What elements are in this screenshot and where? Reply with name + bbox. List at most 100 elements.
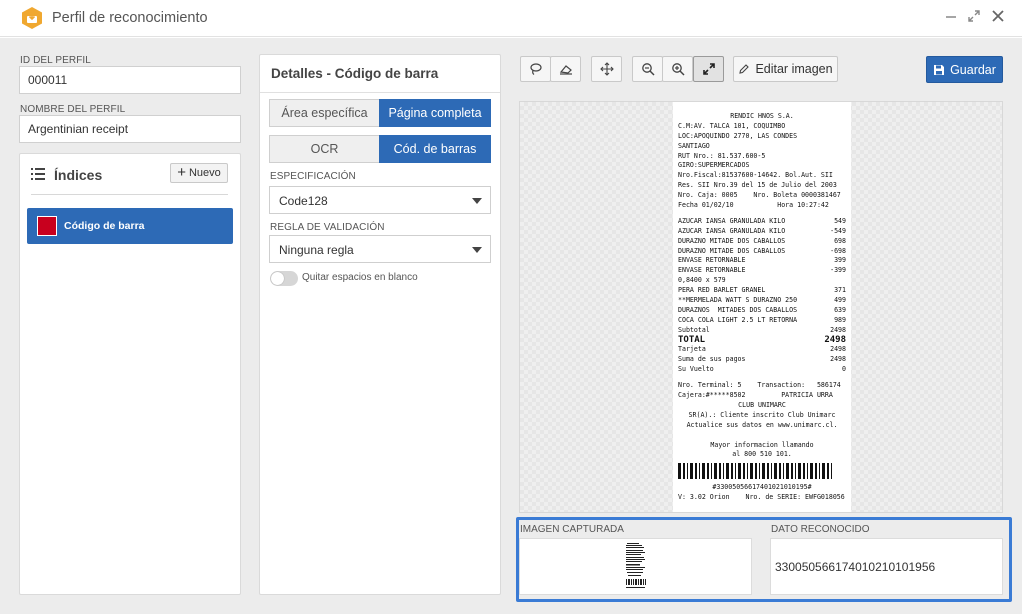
receipt-line: SANTIAGO	[678, 141, 710, 150]
receipt-item-row: ENVASE RETORNABLE -399	[678, 266, 846, 276]
receipt-item-amount: 989	[834, 315, 846, 324]
receipt-item-row: **MERMELADA WATT S DURAZNO 250 499	[678, 296, 846, 306]
receipt-header: RENDIC HNOS S.A. C.M:AV. TALCA 101, COQUI…	[678, 112, 846, 211]
barcode-bar	[738, 463, 741, 480]
profile-name-field[interactable]: Argentinian receipt	[19, 115, 241, 143]
receipt-line: Nro. Terminal: 5 Transaction: 586174	[678, 381, 841, 390]
recognized-data-field[interactable]: 330050566174010210101956	[770, 538, 1003, 595]
zoom-in-icon	[671, 63, 685, 76]
receipt-line: Fecha 01/02/10 Hora 10:27:42	[678, 201, 829, 210]
barcode-bar	[750, 463, 753, 480]
new-index-button[interactable]: + Nuevo	[170, 163, 228, 183]
barcode-bar	[807, 463, 808, 480]
barcode-bar	[699, 463, 700, 480]
receipt-total-row: TOTAL 2498	[678, 335, 846, 346]
plus-icon: +	[177, 164, 186, 181]
receipt-item-amount: 0	[842, 365, 846, 374]
receipt-item-amount: 2498	[830, 345, 846, 354]
receipt-line: CLUB UNIMARC	[738, 400, 786, 409]
captured-image-thumbnail	[519, 538, 752, 595]
receipt-item-row: AZUCAR IANSA GRANULADA KILO 549	[678, 217, 846, 227]
receipt-thumbnail	[624, 541, 648, 591]
validation-rule-label: REGLA DE VALIDACIÓN	[270, 222, 385, 233]
receipt-item-desc: Suma de sus pagos	[678, 355, 746, 364]
zoom-out-button[interactable]	[632, 56, 663, 82]
details-panel: Detalles - Código de barra Área específi…	[259, 54, 501, 595]
minimize-icon[interactable]	[943, 9, 959, 25]
barcode-bar	[690, 463, 693, 480]
index-item-label: Código de barra	[64, 220, 145, 232]
eraser-icon	[559, 65, 572, 75]
barcode-bar	[762, 463, 765, 480]
recognized-data-label: DATO RECONOCIDO	[771, 524, 870, 535]
barcode-bar	[702, 463, 705, 480]
zoom-out-icon	[641, 63, 655, 76]
receipt-item-desc: Su Vuelto	[678, 365, 714, 374]
barcode-bar	[827, 463, 829, 480]
pencil-icon	[739, 64, 750, 74]
receipt-item-amount: 698	[834, 236, 846, 245]
receipt-item-row: AZUCAR IANSA GRANULADA KILO -549	[678, 227, 846, 237]
receipt-item-amount: 499	[834, 296, 846, 305]
barcode-bar	[743, 463, 745, 480]
maximize-icon[interactable]	[966, 9, 982, 25]
details-divider	[260, 92, 500, 93]
receipt-line: RUT Nro.: 81.537.600-5	[678, 151, 766, 160]
barcode-bar	[711, 463, 712, 480]
window-title: Perfil de reconocimiento	[52, 10, 208, 26]
barcode-bar	[771, 463, 772, 480]
receipt-item-desc: AZUCAR IANSA GRANULADA KILO	[678, 226, 786, 235]
tab-full-page[interactable]: Página completa	[379, 99, 491, 127]
save-button[interactable]: Guardar	[926, 56, 1003, 83]
profile-id-field[interactable]: 000011	[19, 66, 241, 94]
app-logo-icon	[22, 7, 42, 29]
zoom-in-button[interactable]	[662, 56, 693, 82]
eraser-button[interactable]	[550, 56, 581, 82]
receipt-version-line: V: 3.02 Orion Nro. de SERIE: EWFG018056	[678, 493, 845, 502]
barcode-bar	[798, 463, 801, 480]
receipt-item-row: DURAZNOS MITADES DOS CABALLOS 639	[678, 306, 846, 316]
receipt-item-row: Tarjeta 2498	[678, 345, 846, 355]
receipt-line: C.M:AV. TALCA 101, COQUIMBO	[678, 121, 786, 130]
specification-select[interactable]: Code128	[269, 186, 491, 214]
receipt-item-desc: COCA COLA LIGHT 2.5 LT RETORNA	[678, 315, 798, 324]
tab-ocr[interactable]: OCR	[269, 135, 380, 163]
receipt-line: Mayor informacion llamando	[710, 440, 814, 449]
barcode-bar	[719, 463, 721, 480]
receipt-item-row: Suma de sus pagos 2498	[678, 355, 846, 365]
receipt-barcode-text: #33005056617401021010195#	[712, 483, 812, 492]
receipt-footer: Nro. Terminal: 5 Transaction: 586174 Caje…	[678, 381, 846, 460]
receipt-item-amount: 371	[834, 286, 846, 295]
receipt-line: Actualice sus datos en www.unimarc.cl.	[686, 420, 838, 429]
move-button[interactable]	[591, 56, 622, 82]
receipt-item-desc: 0,8400 x 579	[678, 276, 726, 285]
profile-name-label: NOMBRE DEL PERFIL	[20, 104, 126, 115]
index-item-barcode[interactable]: Código de barra	[27, 208, 233, 244]
barcode-bar	[707, 463, 709, 480]
tab-specific-area[interactable]: Área específica	[269, 99, 380, 127]
indices-divider	[31, 194, 228, 195]
receipt-line: RENDIC HNOS S.A.	[730, 112, 794, 120]
receipt-item-row: ENVASE RETORNABLE 399	[678, 256, 846, 266]
edit-image-button[interactable]: Editar imagen	[733, 56, 838, 82]
image-viewer[interactable]: RENDIC HNOS S.A. C.M:AV. TALCA 101, COQUI…	[519, 101, 1003, 513]
receipt-item-row: COCA COLA LIGHT 2.5 LT RETORNA 989	[678, 316, 846, 326]
receipt-items: AZUCAR IANSA GRANULADA KILO 549 AZUCAR IAN…	[678, 217, 846, 336]
expand-button[interactable]	[693, 56, 724, 82]
details-title: Detalles - Código de barra	[271, 66, 439, 81]
receipt-item-row: DURAZNO MITADE DOS CABALLOS 698	[678, 237, 846, 247]
receipt-item-desc: AZUCAR IANSA GRANULADA KILO	[678, 216, 786, 225]
barcode-bar	[803, 463, 805, 480]
remove-spaces-toggle[interactable]	[270, 271, 298, 286]
barcode-bar	[735, 463, 736, 480]
edit-image-label: Editar imagen	[755, 62, 833, 76]
title-bar: Perfil de reconocimiento	[0, 0, 1022, 37]
barcode-bar	[774, 463, 777, 480]
close-icon[interactable]	[990, 9, 1006, 25]
validation-rule-select[interactable]: Ninguna regla	[269, 235, 491, 263]
tab-barcode[interactable]: Cód. de barras	[379, 135, 491, 163]
lasso-button[interactable]	[520, 56, 551, 82]
receipt-item-row: DURAZNO MITADE DOS CABALLOS -698	[678, 247, 846, 257]
receipt-item-row: Su Vuelto 0	[678, 365, 846, 375]
barcode-bar	[779, 463, 781, 480]
